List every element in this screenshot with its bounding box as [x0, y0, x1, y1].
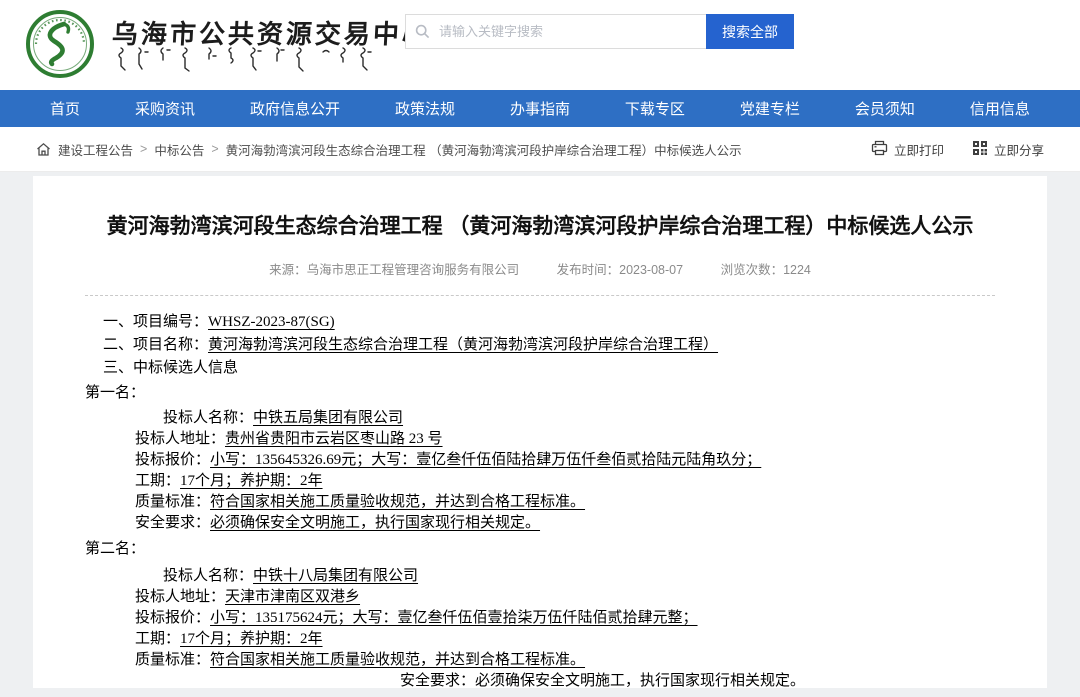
project-number-label: 一、项目编号：	[103, 314, 208, 330]
nav-item-gov-info[interactable]: 政府信息公开	[250, 98, 340, 119]
safety-label: 安全要求：	[400, 673, 475, 688]
breadcrumb: 建设工程公告 > 中标公告 > 黄河海勃湾滨河段生态综合治理工程 （黄河海勃湾滨…	[0, 127, 1080, 172]
bidder-address-value: 天津市津南区双港乡	[225, 589, 360, 605]
bidder-address-label: 投标人地址：	[135, 431, 225, 447]
candidate-2-address-line: 投标人地址：天津市津南区双港乡	[85, 587, 995, 608]
share-button-label: 立即分享	[994, 140, 1044, 159]
candidate-1-quality-line: 质量标准：符合国家相关施工质量验收规范，并达到合格工程标准。	[85, 492, 995, 513]
breadcrumb-item-current-page: 黄河海勃湾滨河段生态综合治理工程 （黄河海勃湾滨河段护岸综合治理工程）中标候选人…	[226, 140, 742, 159]
project-number-line: 一、项目编号：WHSZ-2023-87(SG)	[85, 312, 995, 333]
project-name-line: 二、项目名称：黄河海勃湾滨河段生态综合治理工程（黄河海勃湾滨河段护岸综合治理工程…	[85, 335, 995, 356]
bidder-name-label: 投标人名称：	[163, 568, 253, 584]
nav-item-service-guide[interactable]: 办事指南	[510, 98, 570, 119]
main-nav: 首页 采购资讯 政府信息公开 政策法规 办事指南 下载专区 党建专栏 会员须知 …	[0, 90, 1080, 127]
print-button-label: 立即打印	[894, 140, 944, 159]
view-count-label: 浏览次数：	[721, 263, 784, 277]
bid-price-label: 投标报价：	[135, 452, 210, 468]
source-value: 乌海市思正工程管理咨询服务有限公司	[307, 263, 520, 277]
search-box: 搜索全部	[405, 14, 794, 49]
safety-value: 必须确保安全文明施工，执行国家现行相关规定。	[210, 515, 540, 531]
share-button[interactable]: 立即分享	[972, 140, 1044, 159]
candidate-2-duration-line: 工期：17个月；养护期：2年	[85, 629, 995, 650]
nav-item-member-notice[interactable]: 会员须知	[855, 98, 915, 119]
breadcrumb-item-award-notices[interactable]: 中标公告	[154, 140, 204, 159]
site-logo-icon	[24, 8, 96, 80]
nav-item-downloads[interactable]: 下载专区	[625, 98, 685, 119]
search-icon	[415, 24, 430, 44]
bidder-name-label: 投标人名称：	[163, 410, 253, 426]
print-button[interactable]: 立即打印	[871, 140, 944, 159]
publish-date-value: 2023-08-07	[619, 263, 683, 277]
candidate-1-price-line: 投标报价：小写：135645326.69元；大写：壹亿叁仟伍佰陆拾肆万伍仟叁佰贰…	[85, 450, 995, 471]
candidate-1-safety-line: 安全要求：必须确保安全文明施工，执行国家现行相关规定。	[85, 513, 995, 534]
bidder-name-value: 中铁十八局集团有限公司	[253, 568, 418, 584]
candidate-1-address-line: 投标人地址：贵州省贵阳市云岩区枣山路 23 号	[85, 429, 995, 450]
project-number-value: WHSZ-2023-87(SG)	[208, 314, 335, 330]
quality-value: 符合国家相关施工质量验收规范，并达到合格工程标准。	[210, 652, 585, 668]
bid-price-value: 小写：135645326.69元；大写：壹亿叁仟伍佰陆拾肆万伍仟叁佰贰拾陆元陆角…	[210, 452, 761, 468]
printer-icon	[871, 140, 888, 159]
candidate-2-name-line: 投标人名称：中铁十八局集团有限公司	[85, 566, 995, 587]
nav-item-procurement-news[interactable]: 采购资讯	[135, 98, 195, 119]
duration-value: 17个月；养护期：2年	[180, 631, 323, 647]
candidate-2-rank: 第二名：	[85, 539, 995, 560]
candidate-2-safety-line: 安全要求：必须确保安全文明施工，执行国家现行相关规定。	[85, 671, 995, 688]
candidate-1-name-line: 投标人名称：中铁五局集团有限公司	[85, 408, 995, 429]
nav-item-credit-info[interactable]: 信用信息	[970, 98, 1030, 119]
site-header: 乌海市公共资源交易中心 搜索全部	[0, 0, 1080, 90]
candidates-heading-label: 三、中标候选人信息	[103, 360, 238, 376]
safety-label: 安全要求：	[135, 515, 210, 531]
bid-price-value: 小写：135175624元；大写：壹亿叁仟伍佰壹拾柒万伍仟陆佰贰拾肆元整；	[210, 610, 698, 626]
duration-value: 17个月；养护期：2年	[180, 473, 323, 489]
candidate-1-rank: 第一名：	[85, 383, 995, 404]
bid-price-label: 投标报价：	[135, 610, 210, 626]
qr-code-icon	[972, 140, 988, 159]
announcement-article: 黄河海勃湾滨河段生态综合治理工程 （黄河海勃湾滨河段护岸综合治理工程）中标候选人…	[33, 176, 1047, 688]
search-all-button[interactable]: 搜索全部	[706, 14, 794, 49]
nav-item-party-building[interactable]: 党建专栏	[740, 98, 800, 119]
project-name-value: 黄河海勃湾滨河段生态综合治理工程（黄河海勃湾滨河段护岸综合治理工程）	[208, 337, 718, 353]
bidder-address-value: 贵州省贵阳市云岩区枣山路 23 号	[225, 431, 443, 447]
safety-value: 必须确保安全文明施工，执行国家现行相关规定。	[475, 673, 805, 688]
bidder-address-label: 投标人地址：	[135, 589, 225, 605]
duration-label: 工期：	[135, 631, 180, 647]
nav-item-home[interactable]: 首页	[50, 98, 80, 119]
breadcrumb-separator: >	[211, 142, 218, 156]
home-icon[interactable]	[36, 142, 51, 157]
candidates-heading: 三、中标候选人信息	[85, 358, 995, 379]
page-title: 黄河海勃湾滨河段生态综合治理工程 （黄河海勃湾滨河段护岸综合治理工程）中标候选人…	[33, 212, 1047, 242]
candidate-2-price-line: 投标报价：小写：135175624元；大写：壹亿叁仟伍佰壹拾柒万伍仟陆佰贰拾肆元…	[85, 608, 995, 629]
breadcrumb-separator: >	[140, 142, 147, 156]
article-meta: 来源：乌海市思正工程管理咨询服务有限公司 发布时间：2023-08-07 浏览次…	[33, 259, 1047, 278]
mongolian-script-graphic	[115, 46, 377, 77]
candidate-1-duration-line: 工期：17个月；养护期：2年	[85, 471, 995, 492]
view-count-value: 1224	[783, 263, 811, 277]
quality-label: 质量标准：	[135, 652, 210, 668]
nav-item-policies[interactable]: 政策法规	[395, 98, 455, 119]
quality-label: 质量标准：	[135, 494, 210, 510]
search-input[interactable]	[405, 14, 706, 49]
bidder-name-value: 中铁五局集团有限公司	[253, 410, 403, 426]
duration-label: 工期：	[135, 473, 180, 489]
project-name-label: 二、项目名称：	[103, 337, 208, 353]
source-label: 来源：	[269, 263, 307, 277]
publish-date-label: 发布时间：	[557, 263, 620, 277]
breadcrumb-item-construction-notices[interactable]: 建设工程公告	[58, 140, 133, 159]
quality-value: 符合国家相关施工质量验收规范，并达到合格工程标准。	[210, 494, 585, 510]
candidate-2-quality-line: 质量标准：符合国家相关施工质量验收规范，并达到合格工程标准。	[85, 650, 995, 671]
article-body: 一、项目编号：WHSZ-2023-87(SG) 二、项目名称：黄河海勃湾滨河段生…	[33, 296, 1047, 688]
